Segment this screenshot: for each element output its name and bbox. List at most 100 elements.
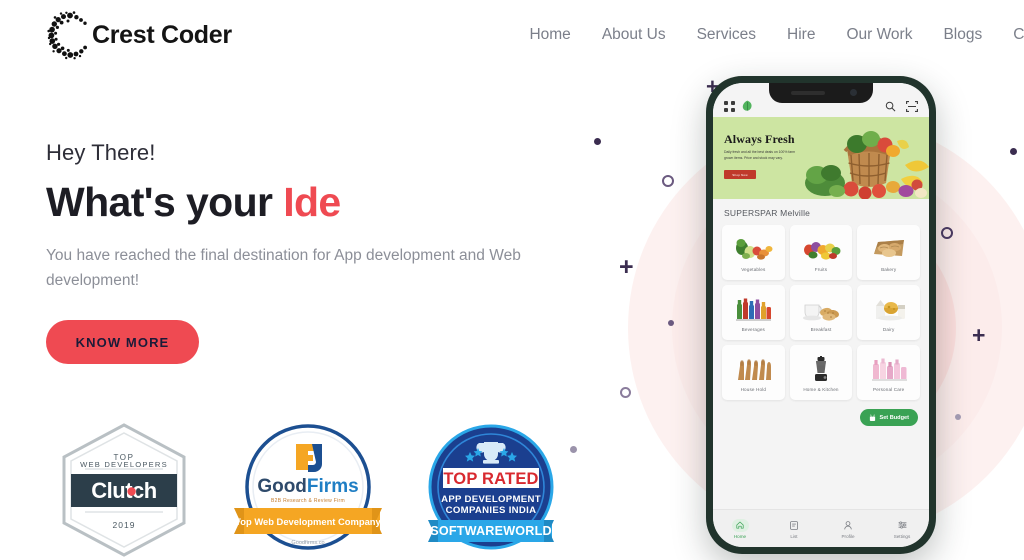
list-icon (790, 520, 798, 530)
brand-logo[interactable]: Crest Coder (44, 9, 232, 61)
category-grid: Vegetables Fruits Bakery Beverages Break… (713, 225, 929, 400)
main-navigation: Home About Us Services Hire Our Work Blo… (529, 26, 1024, 44)
settings-icon (898, 521, 906, 529)
bottom-nav-settings[interactable]: Settings (875, 519, 929, 539)
category-home-kitchen[interactable]: Home & Kitchen (789, 345, 853, 400)
category-breakfast[interactable]: Breakfast (789, 285, 853, 340)
scan-icon[interactable] (906, 101, 918, 112)
banner-shop-now-button[interactable]: Shop Now (724, 170, 756, 179)
hero-section: Hey There! What's your Ide You have reac… (46, 140, 566, 365)
nav-item-blogs[interactable]: Blogs (943, 26, 982, 44)
beverages-icon (734, 294, 772, 324)
decor-dot (668, 320, 674, 326)
category-fruits[interactable]: Fruits (789, 225, 853, 280)
nav-item-services[interactable]: Services (697, 26, 756, 44)
softwareworld-line2: APP DEVELOPMENT (441, 494, 541, 505)
know-more-button[interactable]: KNOW MORE (46, 320, 199, 365)
decor-ring (662, 175, 674, 187)
goodfirms-logo-icon (296, 444, 322, 472)
goodfirms-wordmark-b: Firms (307, 476, 359, 497)
brand-name: Crest Coder (92, 20, 232, 49)
hero-eyebrow: Hey There! (46, 140, 156, 165)
set-budget-button[interactable]: Set Budget (860, 409, 918, 426)
goodfirms-badge: GoodFirms B2B Research & Review Firm Top… (234, 424, 382, 550)
app-banner: Always Fresh Daily fresh and all the bes… (713, 117, 929, 199)
category-beverages[interactable]: Beverages (722, 285, 785, 340)
bottom-nav-profile[interactable]: Profile (821, 519, 875, 539)
bottom-nav-label: Settings (893, 533, 911, 539)
nav-item-our-work[interactable]: Our Work (846, 26, 912, 44)
phone-notch (769, 83, 873, 103)
category-label: Breakfast (810, 326, 832, 332)
profile-icon (844, 520, 852, 529)
goodfirms-ribbon: Top Web Development Company (235, 516, 381, 527)
nav-item-about-us[interactable]: About Us (602, 26, 666, 44)
softwareworld-line3: COMPANIES INDIA (446, 505, 537, 516)
category-vegetables[interactable]: Vegetables (722, 225, 785, 280)
decor-dot (594, 138, 601, 145)
site-header: Crest Coder Home About Us Services Hire … (0, 0, 1024, 70)
category-household[interactable]: House Hold (722, 345, 785, 400)
bottom-nav-label: List (790, 533, 798, 539)
goodfirms-footer: Goodfirms.co (291, 540, 324, 546)
softwareworld-badge: TOP RATED APP DEVELOPMENT COMPANIES INDI… (428, 424, 554, 550)
decor-dot (1010, 148, 1017, 155)
store-name: SUPERSPAR Melville (713, 199, 929, 225)
category-label: House Hold (740, 386, 767, 392)
banner-subtitle: Daily fresh and all the best deals on 10… (724, 150, 796, 160)
bakery-icon (871, 234, 907, 264)
category-personal-care[interactable]: Personal Care (857, 345, 920, 400)
home-kitchen-icon (808, 354, 834, 384)
hero-headline-accent: Ide (283, 179, 341, 225)
softwareworld-ribbon: SOFTWAREWORLD (430, 524, 552, 538)
green-leaf-icon[interactable] (742, 100, 753, 112)
bottom-nav-label: Home (733, 533, 747, 539)
budget-icon (870, 414, 876, 421)
decor-ring (620, 387, 631, 398)
decor-dot (955, 414, 961, 420)
decor-plus: + (619, 253, 634, 281)
category-label: Beverages (741, 326, 765, 332)
set-budget-label: Set Budget (879, 414, 909, 421)
decor-dot (570, 446, 577, 453)
bottom-nav-list[interactable]: List (767, 519, 821, 539)
hero-subtext: You have reached the final destination f… (46, 247, 521, 290)
category-bakery[interactable]: Bakery (857, 225, 920, 280)
nav-item-contact[interactable]: Cont (1013, 26, 1024, 44)
goodfirms-wordmark-a: Good (257, 476, 307, 497)
bottom-nav-home[interactable]: Home (713, 518, 767, 539)
clutch-year: 2019 (113, 520, 136, 530)
category-label: Vegetables (741, 266, 766, 272)
clutch-wordmark: Clutch (91, 478, 157, 503)
phone-mockup: Always Fresh Daily fresh and all the bes… (706, 76, 936, 554)
household-icon (733, 354, 773, 384)
phone-screen: Always Fresh Daily fresh and all the bes… (713, 83, 929, 547)
banner-title: Always Fresh (724, 132, 795, 146)
softwareworld-line1: TOP RATED (443, 470, 538, 488)
dotted-c-logo-icon (47, 11, 87, 60)
category-label: Fruits (814, 266, 828, 272)
hero-headline: What's your Ide (46, 179, 566, 226)
category-label: Personal Care (873, 386, 905, 392)
clutch-line2: WEB DEVELOPERS (80, 460, 168, 469)
category-label: Bakery (881, 266, 897, 272)
grid-menu-icon[interactable] (724, 101, 735, 112)
vegetable-basket-icon (805, 131, 929, 199)
phone-camera (850, 89, 857, 96)
category-dairy[interactable]: Dairy (857, 285, 920, 340)
hero-headline-static: What's your (46, 179, 284, 225)
personal-care-icon (870, 354, 908, 384)
search-icon[interactable] (885, 101, 896, 112)
phone-speaker (791, 91, 825, 95)
phone-frame: Always Fresh Daily fresh and all the bes… (706, 76, 936, 554)
award-badges: TOP WEB DEVELOPERS Clutch 2019 GoodFirms… (58, 422, 556, 558)
goodfirms-tagline: B2B Research & Review Firm (271, 498, 345, 504)
breakfast-icon (801, 294, 841, 324)
nav-item-hire[interactable]: Hire (787, 26, 815, 44)
budget-row: Set Budget (713, 400, 929, 426)
nav-item-home[interactable]: Home (529, 26, 570, 44)
home-icon (736, 521, 744, 529)
category-label: Dairy (882, 326, 895, 332)
clutch-badge: TOP WEB DEVELOPERS Clutch 2019 (62, 423, 186, 557)
vegetables-icon (733, 234, 773, 264)
